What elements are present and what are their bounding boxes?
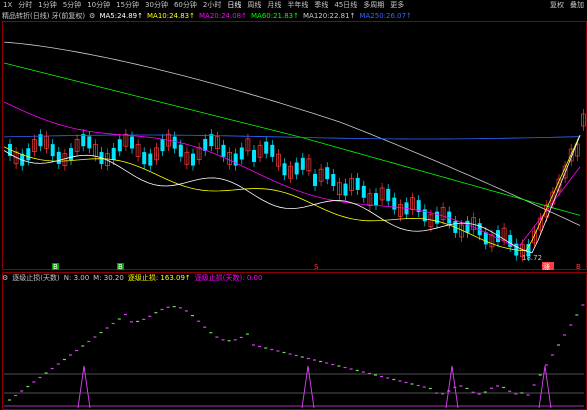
buy-signal-label: B [53, 263, 58, 271]
candle-down [178, 144, 183, 157]
candle-down [483, 232, 488, 245]
indicator-title: 逐级止损(天数) [12, 274, 60, 282]
indicator-spike [538, 365, 552, 409]
candle-down [203, 138, 208, 151]
candle-down [142, 152, 147, 165]
candle-down [392, 197, 397, 210]
gear-icon[interactable]: ⚙ [0, 273, 10, 283]
candle-down [294, 162, 299, 175]
candle-down [300, 157, 305, 170]
indicator-value1: 逐级止损: 163.09↑ [127, 274, 191, 282]
param-n: N: 3.00 [63, 274, 90, 282]
candle-down [160, 139, 165, 152]
param-m: M: 30.20 [93, 274, 124, 282]
candle-down [56, 151, 61, 164]
candle-down [69, 148, 73, 161]
candle-down [386, 188, 391, 201]
candle-down [252, 149, 256, 162]
ma20-line [3, 101, 581, 247]
indicator-spike [77, 365, 91, 409]
candle-down [50, 144, 55, 157]
candle-down [117, 139, 122, 152]
candle-down [221, 144, 226, 157]
candle-down [87, 136, 92, 149]
candle-down [172, 136, 177, 149]
indicator-spike [301, 365, 315, 409]
candle-down [361, 185, 366, 198]
candle-down [148, 153, 153, 166]
candle-down [374, 193, 378, 206]
candle-down [313, 173, 317, 186]
buy-signal-label: B [118, 263, 123, 271]
candle-down [264, 141, 269, 154]
candle-down [111, 147, 116, 160]
candle-down [191, 153, 195, 166]
candle-down [270, 144, 275, 157]
candle-down [130, 136, 134, 149]
signal-badge-label: 涨 [543, 262, 550, 271]
indicator-legend: ⚙ 逐级止损(天数) N: 3.00 M: 30.20 逐级止损: 163.09… [0, 273, 264, 283]
candle-down [355, 177, 360, 190]
candle-down [331, 174, 336, 187]
ma120-line [3, 41, 581, 226]
indicator-value2: 逐级止损(天数): 0.00 [194, 274, 263, 282]
candle-down [81, 134, 86, 147]
candle-down [343, 183, 348, 196]
sell-signal-label: S [314, 263, 319, 271]
low-price-label: 18.72 [522, 254, 542, 262]
signal-label: B [576, 263, 581, 271]
candle-down [465, 220, 470, 233]
candle-down [239, 147, 244, 160]
candle-down [26, 148, 31, 161]
candle-down [282, 163, 287, 176]
kline-chart[interactable]: 18.72 B B S 涨 B [0, 0, 587, 410]
candle-down [325, 167, 330, 180]
